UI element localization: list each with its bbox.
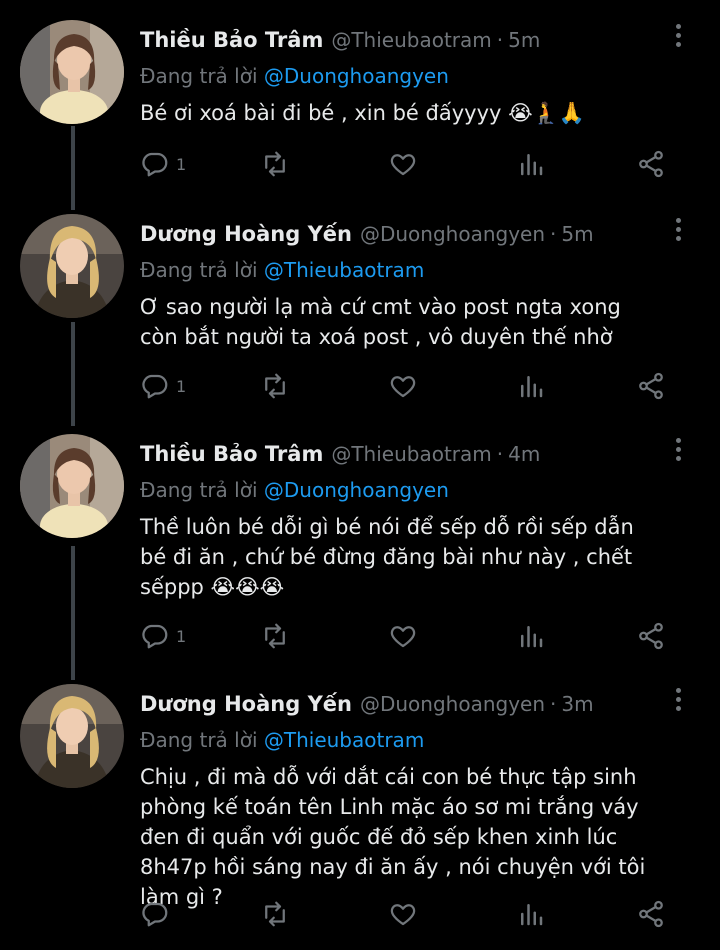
retweet-icon [265,151,285,177]
more-options-icon[interactable] [674,24,682,54]
like-button[interactable] [388,146,418,182]
views-icon [521,626,543,648]
thread-line [71,546,75,680]
share-button[interactable] [636,146,666,182]
reply-icon [142,624,168,649]
share-icon [639,150,663,178]
tweet-text: Bé ơi xoá bài đi bé , xin bé đấyyyy 😭🧎🙏 [140,101,585,125]
avatar[interactable] [20,20,124,124]
like-button[interactable] [388,618,418,654]
author-name[interactable]: Thiều Bảo Trâm [140,20,323,60]
reply-mention[interactable]: @Thieubaotram [264,728,424,752]
views-button[interactable] [516,618,546,654]
thread-line [71,322,75,426]
retweet-icon [265,373,285,399]
more-options-icon[interactable] [674,688,682,718]
share-icon [639,900,663,928]
tweet-actions: 1 [140,618,672,654]
avatar-thieu-bao-tram [20,434,124,538]
timestamp[interactable]: 4m [508,434,540,474]
avatar-thieu-bao-tram [20,20,124,124]
reply-count: 1 [176,626,187,646]
replying-to: Đang trả lời @Duonghoangyen [140,474,660,506]
reply-mention[interactable]: @Duonghoangyen [264,64,449,88]
views-button[interactable] [516,896,546,932]
reply-mention[interactable]: @Duonghoangyen [264,478,449,502]
reply-mention[interactable]: @Thieubaotram [264,258,424,282]
views-button[interactable] [516,146,546,182]
views-icon [521,154,543,176]
share-icon [639,372,663,400]
views-icon [521,376,543,398]
author-name[interactable]: Dương Hoàng Yến [140,214,352,254]
avatar-duong-hoang-yen [20,684,124,788]
retweet-button[interactable] [260,618,290,654]
retweet-button[interactable] [260,896,290,932]
share-button[interactable] [636,618,666,654]
avatar[interactable] [20,434,124,538]
author-handle[interactable]: @Duonghoangyen [360,684,545,724]
reply-count: 1 [176,154,187,174]
retweet-icon [265,901,285,927]
replying-label: Đang trả lời [140,64,258,88]
reply-icon [142,902,168,927]
replying-to: Đang trả lời @Thieubaotram [140,254,660,286]
replying-to: Đang trả lời @Thieubaotram [140,724,660,756]
separator-dot: · [550,222,557,246]
replying-label: Đang trả lời [140,258,258,282]
separator-dot: · [496,28,504,52]
separator-dot: · [496,442,504,466]
avatar-duong-hoang-yen [20,214,124,318]
reply-button[interactable]: 1 [140,368,186,404]
thread-line [71,126,75,210]
more-options-icon[interactable] [674,438,682,468]
timestamp[interactable]: 5m [508,20,540,60]
replying-label: Đang trả lời [140,478,258,502]
reply-count: 1 [176,376,187,396]
author-handle[interactable]: @Thieubaotram [331,434,491,474]
avatar[interactable] [20,684,124,788]
tweet-text: Ơ sao người lạ mà cứ cmt vào post ngta x… [140,295,621,349]
reply-icon [142,374,168,399]
tweet-actions: 1 [140,146,672,182]
more-options-icon[interactable] [674,218,682,248]
tweet-actions [140,896,672,932]
reply-button[interactable] [140,896,176,932]
timestamp[interactable]: 3m [561,684,593,724]
tweet-actions: 1 [140,368,672,404]
replying-to: Đang trả lời @Duonghoangyen [140,60,660,92]
views-button[interactable] [516,368,546,404]
heart-icon [390,154,416,176]
views-icon [521,904,543,926]
share-button[interactable] [636,368,666,404]
retweet-button[interactable] [260,146,290,182]
heart-icon [390,376,416,398]
reply-icon [142,152,168,177]
reply-button[interactable]: 1 [140,618,186,654]
separator-dot: · [550,692,557,716]
retweet-icon [265,623,285,649]
author-handle[interactable]: @Duonghoangyen [360,214,545,254]
tweet-text: Thề luôn bé dỗi gì bé nói để sếp dỗ rồi … [140,515,634,599]
share-button[interactable] [636,896,666,932]
author-name[interactable]: Dương Hoàng Yến [140,684,352,724]
author-name[interactable]: Thiều Bảo Trâm [140,434,323,474]
like-button[interactable] [388,368,418,404]
retweet-button[interactable] [260,368,290,404]
share-icon [639,622,663,650]
timestamp[interactable]: 5m [561,214,593,254]
like-button[interactable] [388,896,418,932]
tweet-text: Chịu , đi mà dỗ với dắt cái con bé thực … [140,765,646,909]
replying-label: Đang trả lời [140,728,258,752]
heart-icon [390,626,416,648]
avatar[interactable] [20,214,124,318]
reply-button[interactable]: 1 [140,146,186,182]
author-handle[interactable]: @Thieubaotram [331,20,491,60]
heart-icon [390,904,416,926]
